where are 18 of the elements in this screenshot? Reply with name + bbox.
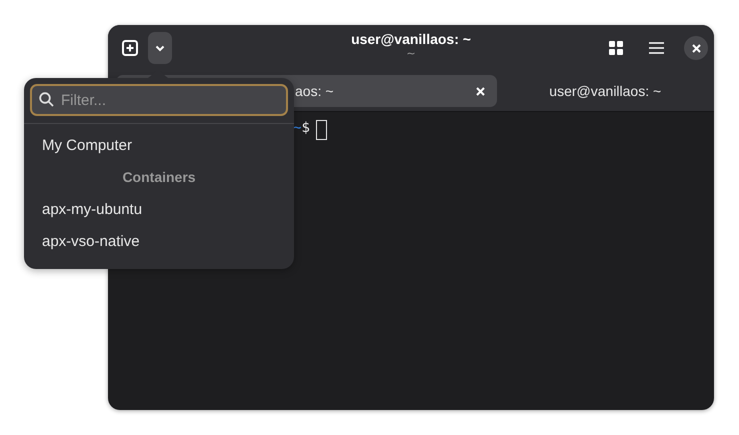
- close-icon[interactable]: [476, 87, 484, 96]
- close-button[interactable]: [684, 36, 708, 60]
- menu-item[interactable]: apx-vso-native: [24, 225, 294, 257]
- cursor: [316, 120, 327, 140]
- menu-item[interactable]: apx-my-ubuntu: [24, 193, 294, 225]
- window-subtitle: ~: [406, 47, 416, 60]
- search-icon: [39, 92, 54, 107]
- window-title: user@vanillaos: ~: [351, 31, 471, 47]
- grid-icon: [609, 41, 623, 55]
- close-icon: [692, 44, 700, 52]
- filter-field[interactable]: Filter...: [30, 84, 288, 116]
- tab[interactable]: user@vanillaos: ~: [504, 75, 706, 107]
- menu-icon: [648, 42, 664, 54]
- section-header: Containers: [121, 168, 197, 187]
- menu-item[interactable]: My Computer: [24, 129, 294, 161]
- dropdown-button[interactable]: [148, 32, 172, 64]
- plus-box-icon: [122, 40, 138, 56]
- caret-icon: [155, 44, 165, 52]
